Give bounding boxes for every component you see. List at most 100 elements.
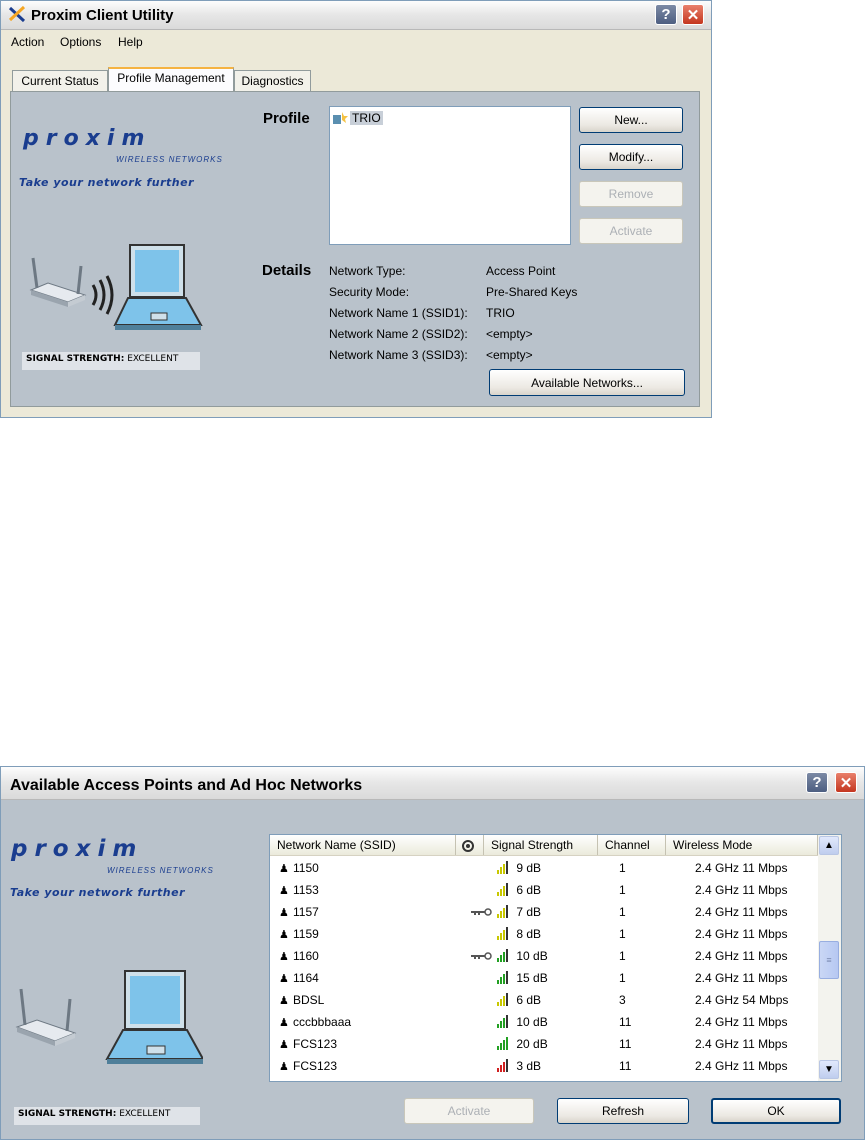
tab-current-status[interactable]: Current Status (12, 70, 108, 91)
title-bar[interactable]: Available Access Points and Ad Hoc Netwo… (1, 767, 864, 800)
detail-key-network-type: Network Type: (329, 264, 406, 278)
access-point-icon: ♟ (279, 863, 289, 875)
signal-bar (497, 914, 499, 918)
detail-value-ssid2: <empty> (486, 327, 533, 341)
new-profile-button[interactable]: New... (579, 107, 683, 133)
table-row[interactable]: ♟ 1160 10 dB 1 2.4 GHz 11 Mbps (270, 945, 818, 967)
scroll-thumb[interactable]: ≡ (819, 941, 839, 979)
wireless-mode-cell: 2.4 GHz 11 Mbps (695, 905, 788, 919)
table-row[interactable]: ♟MIS 24 dB72.4 GHz 11 Mbps (270, 1077, 818, 1081)
menu-action[interactable]: Action (11, 35, 44, 49)
menu-options[interactable]: Options (60, 35, 101, 49)
network-table: ♟ 1150 9 dB 1 2.4 GHz 11 Mbps ♟ 1153 6 dB 1 2.4… (270, 857, 818, 1081)
signal-bar (497, 1024, 499, 1028)
table-row[interactable]: ♟ cccbbbaaa 10 dB 11 2.4 GHz 11 Mbps (270, 1011, 818, 1033)
list-header: Network Name (SSID) Signal Strength Chan… (270, 835, 818, 856)
close-button[interactable]: ✕ (835, 772, 857, 793)
detail-value-network-type: Access Point (486, 264, 556, 278)
signal-cell: 6 dB (516, 993, 542, 1007)
detail-key-security-mode: Security Mode: (329, 285, 410, 299)
access-point-laptop-icon (13, 965, 205, 1078)
proxim-logo: proxim (23, 126, 152, 151)
network-list[interactable]: Network Name (SSID) Signal Strength Chan… (269, 834, 842, 1082)
scroll-down-button[interactable]: ▼ (819, 1060, 839, 1079)
activate-profile-button[interactable]: Activate (579, 218, 683, 244)
table-row[interactable]: ♟ 1164 15 dB 1 2.4 GHz 11 Mbps (270, 967, 818, 989)
channel-cell: 1 (619, 861, 626, 875)
signal-bars-icon (497, 949, 513, 963)
table-row[interactable]: ♟ 1153 6 dB 1 2.4 GHz 11 Mbps (270, 879, 818, 901)
tab-diagnostics[interactable]: Diagnostics (234, 70, 311, 91)
signal-bar (503, 886, 505, 896)
column-header-signal-strength[interactable]: Signal Strength (484, 835, 598, 855)
table-row[interactable]: ♟ BDSL 6 dB 3 2.4 GHz 54 Mbps (270, 989, 818, 1011)
available-networks-button[interactable]: Available Networks... (489, 369, 685, 396)
signal-bar (497, 870, 499, 874)
ssid-cell: 1159 (293, 927, 319, 941)
activate-network-button[interactable]: Activate (404, 1098, 534, 1124)
channel-cell: 1 (619, 883, 626, 897)
access-point-icon: ♟ (279, 907, 289, 919)
profile-list[interactable]: TRIO (329, 106, 571, 245)
signal-cell: 7 dB (516, 905, 542, 919)
tab-profile-management[interactable]: Profile Management (108, 67, 234, 91)
signal-bars-icon (497, 971, 513, 985)
signal-bar (503, 996, 505, 1006)
proxim-app-icon (8, 5, 26, 26)
remove-profile-button[interactable]: Remove (579, 181, 683, 207)
available-networks-window: Available Access Points and Ad Hoc Netwo… (0, 766, 865, 1140)
list-body: ♟ 1150 9 dB 1 2.4 GHz 11 Mbps ♟ 1153 6 dB 1 2.4… (270, 857, 818, 1081)
signal-bar (503, 908, 505, 918)
table-row[interactable]: ♟ FCS123 3 dB 11 2.4 GHz 11 Mbps (270, 1055, 818, 1077)
column-header-wireless-mode[interactable]: Wireless Mode (666, 835, 818, 855)
table-row[interactable]: ♟ 1157 7 dB 1 2.4 GHz 11 Mbps (270, 901, 818, 923)
signal-bar (497, 1046, 499, 1050)
ok-button[interactable]: OK (711, 1098, 841, 1124)
window-title: Available Access Points and Ad Hoc Netwo… (10, 777, 363, 794)
signal-bar (500, 999, 502, 1006)
signal-strength-value: EXCELLENT (119, 1109, 171, 1119)
signal-bars-icon (497, 861, 513, 875)
signal-bar (500, 977, 502, 984)
menu-help[interactable]: Help (118, 35, 143, 49)
detail-key-ssid1: Network Name 1 (SSID1): (329, 306, 468, 320)
profile-item[interactable]: TRIO (332, 109, 383, 127)
column-header-ssid[interactable]: Network Name (SSID) (270, 835, 456, 855)
table-row[interactable]: ♟ 1159 8 dB 1 2.4 GHz 11 Mbps (270, 923, 818, 945)
column-header-security[interactable] (456, 835, 484, 855)
wireless-mode-cell: 2.4 GHz 11 Mbps (695, 1059, 788, 1073)
signal-strength-indicator: SIGNAL STRENGTH: EXCELLENT (22, 352, 200, 370)
signal-strength-label: SIGNAL STRENGTH: (18, 1109, 117, 1119)
help-button[interactable]: ? (655, 4, 677, 25)
title-bar[interactable]: Proxim Client Utility ? ✕ (1, 1, 711, 30)
channel-cell: 11 (619, 1037, 632, 1051)
signal-bar (500, 955, 502, 962)
close-button[interactable]: ✕ (682, 4, 704, 25)
channel-cell: 1 (619, 949, 626, 963)
signal-strength-indicator: SIGNAL STRENGTH: EXCELLENT (14, 1107, 200, 1125)
signal-bar (500, 867, 502, 874)
signal-bars-icon (497, 927, 513, 941)
refresh-button[interactable]: Refresh (557, 1098, 689, 1124)
ssid-cell: 1160 (293, 949, 319, 963)
proxim-client-utility-window: Proxim Client Utility ? ✕ Action Options… (0, 0, 712, 418)
table-row[interactable]: ♟ 1150 9 dB 1 2.4 GHz 11 Mbps (270, 857, 818, 879)
vertical-scrollbar[interactable]: ▲ ≡ ▼ (818, 835, 841, 1081)
channel-cell: 1 (619, 905, 626, 919)
signal-bar (506, 949, 508, 962)
column-header-channel[interactable]: Channel (598, 835, 666, 855)
help-button[interactable]: ? (806, 772, 828, 793)
logo-subtitle: WIRELESS NETWORKS (107, 866, 214, 875)
logo-tagline: Take your network further (19, 176, 195, 189)
signal-bar (497, 892, 499, 896)
wireless-mode-cell: 2.4 GHz 54 Mbps (695, 993, 789, 1007)
modify-profile-button[interactable]: Modify... (579, 144, 683, 170)
signal-bar (503, 864, 505, 874)
table-row[interactable]: ♟ FCS123 20 dB 11 2.4 GHz 11 Mbps (270, 1033, 818, 1055)
profile-name: TRIO (350, 111, 383, 125)
signal-bar (503, 1062, 505, 1072)
ssid-cell: BDSL (293, 993, 325, 1007)
signal-strength-label: SIGNAL STRENGTH: (26, 354, 125, 364)
scroll-up-button[interactable]: ▲ (819, 836, 839, 855)
ssid-cell: 1157 (293, 905, 319, 919)
